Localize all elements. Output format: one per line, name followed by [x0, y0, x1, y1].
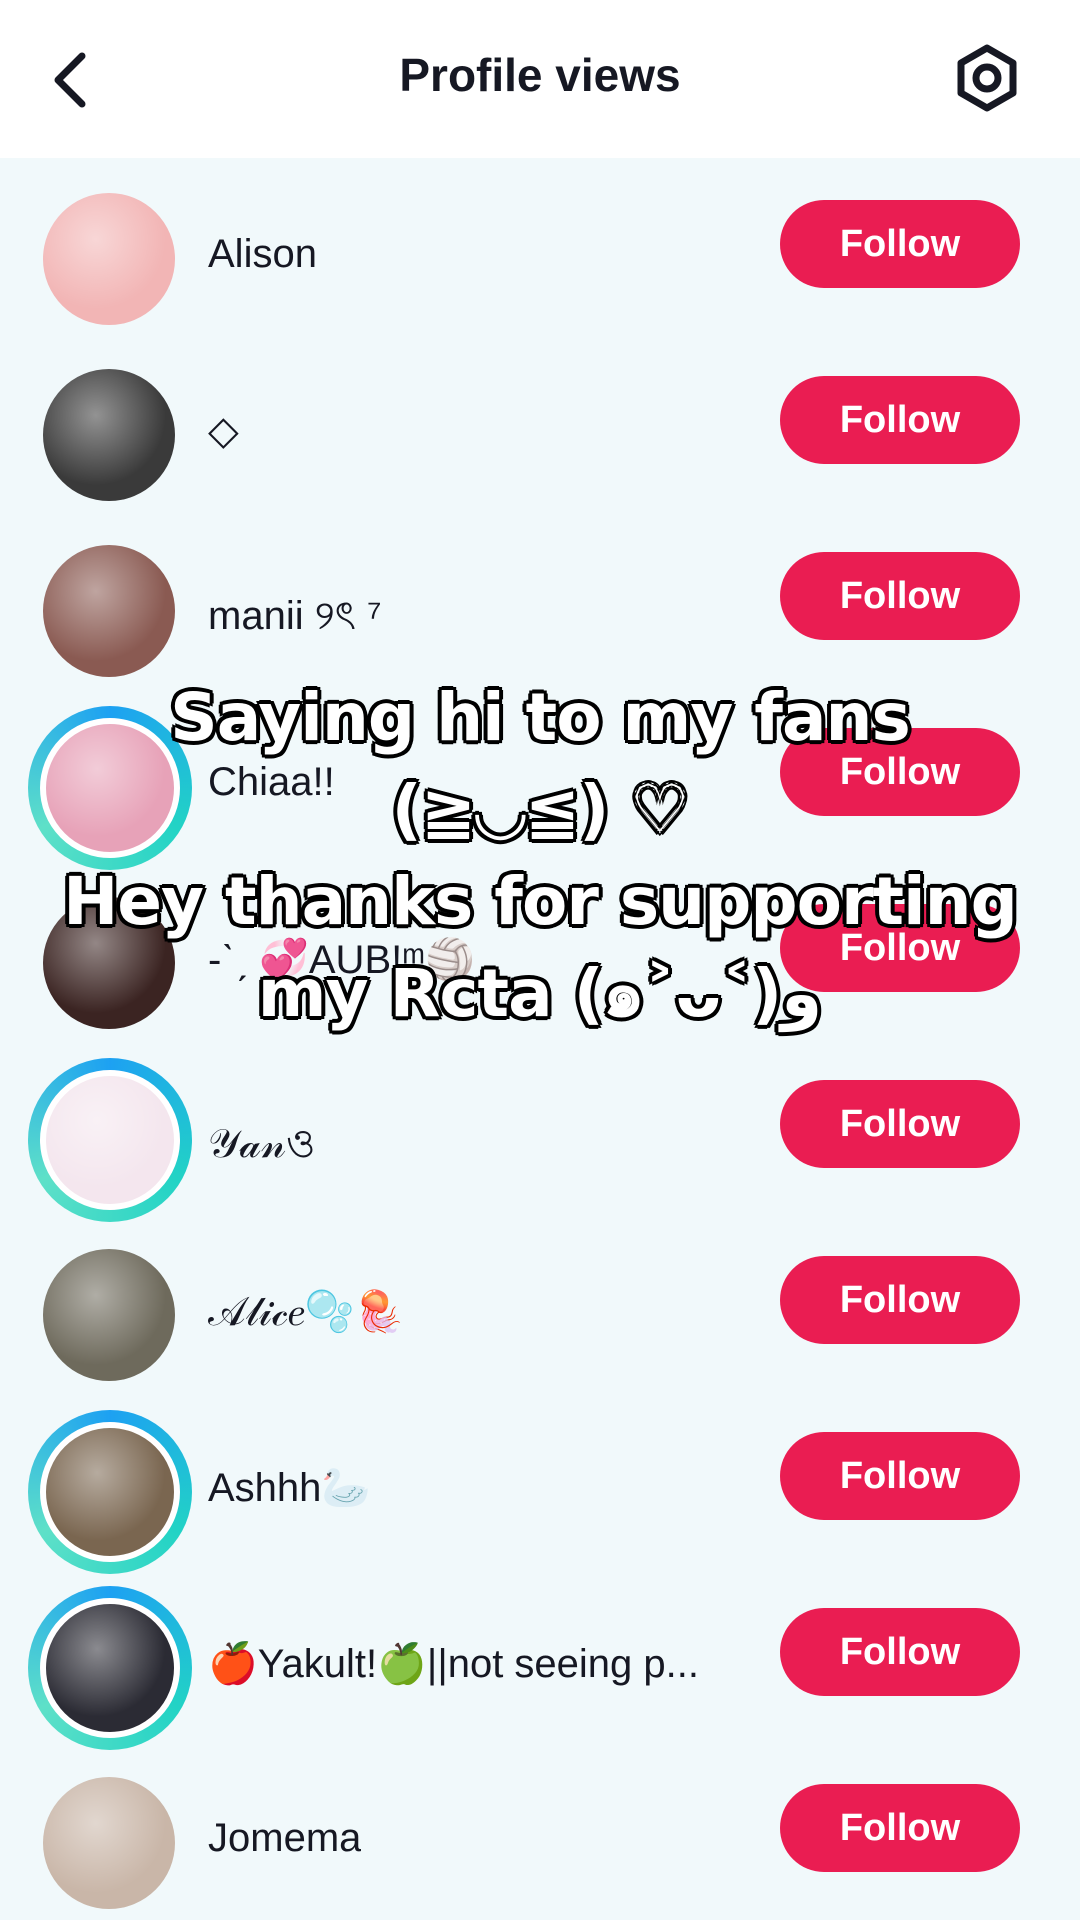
page-title: Profile views	[399, 49, 681, 101]
avatar[interactable]	[40, 1070, 180, 1210]
viewer-name[interactable]: 𝒴𝒶𝓃ও	[208, 1112, 315, 1179]
viewer-row[interactable]: ◇ Follow	[0, 334, 1080, 510]
avatar[interactable]	[43, 1249, 175, 1381]
header-bar: Profile views	[0, 0, 1080, 158]
avatar[interactable]	[40, 1422, 180, 1562]
viewer-row[interactable]: Ashhh🦢 Follow	[0, 1390, 1080, 1574]
avatar[interactable]	[40, 1598, 180, 1738]
follow-button[interactable]: Follow	[780, 1608, 1020, 1696]
viewer-row[interactable]: 𝒴𝒶𝓃ও Follow	[0, 1038, 1080, 1222]
viewer-name[interactable]: ◇	[208, 408, 239, 454]
viewer-name[interactable]: 🍎Yakult!🍏||not seeing p...	[208, 1640, 699, 1687]
gear-icon	[957, 44, 1017, 112]
viewer-name[interactable]: manii ୨ৎ ⁷	[208, 584, 382, 651]
avatar[interactable]	[40, 718, 180, 858]
follow-button[interactable]: Follow	[780, 200, 1020, 288]
viewer-row[interactable]: 🍎Yakult!🍏||not seeing p... Follow	[0, 1566, 1080, 1750]
avatar[interactable]	[43, 369, 175, 501]
follow-button[interactable]: Follow	[780, 1256, 1020, 1344]
viewer-name[interactable]: -ˋˏ 💞AUB!ᵐ🏐	[208, 936, 475, 983]
viewer-name[interactable]: 𝒜𝓁𝒾𝒸𝑒🫧🪼	[208, 1288, 404, 1335]
viewer-row[interactable]: Alison Follow	[0, 158, 1080, 334]
avatar[interactable]	[43, 545, 175, 677]
viewer-row[interactable]: -ˋˏ 💞AUB!ᵐ🏐 Follow	[0, 862, 1080, 1038]
avatar[interactable]	[43, 193, 175, 325]
avatar[interactable]	[43, 1777, 175, 1909]
avatar[interactable]	[43, 897, 175, 1029]
viewer-row[interactable]: 𝒜𝓁𝒾𝒸𝑒🫧🪼 Follow	[0, 1214, 1080, 1390]
viewer-row[interactable]: Chiaa!! Follow	[0, 686, 1080, 870]
follow-button[interactable]: Follow	[780, 376, 1020, 464]
viewer-name[interactable]: Chiaa!!	[208, 760, 335, 805]
follow-button[interactable]: Follow	[780, 552, 1020, 640]
follow-button[interactable]: Follow	[780, 728, 1020, 816]
follow-button[interactable]: Follow	[780, 1080, 1020, 1168]
settings-button[interactable]	[945, 36, 1029, 120]
viewer-row[interactable]: Jomema Follow	[0, 1742, 1080, 1918]
viewer-name[interactable]: Ashhh🦢	[208, 1464, 371, 1511]
follow-button[interactable]: Follow	[780, 1784, 1020, 1872]
viewer-name[interactable]: Jomema	[208, 1816, 361, 1861]
viewer-row[interactable]: manii ୨ৎ ⁷ Follow	[0, 510, 1080, 686]
viewer-name[interactable]: Alison	[208, 232, 317, 277]
follow-button[interactable]: Follow	[780, 1432, 1020, 1520]
follow-button[interactable]: Follow	[780, 904, 1020, 992]
